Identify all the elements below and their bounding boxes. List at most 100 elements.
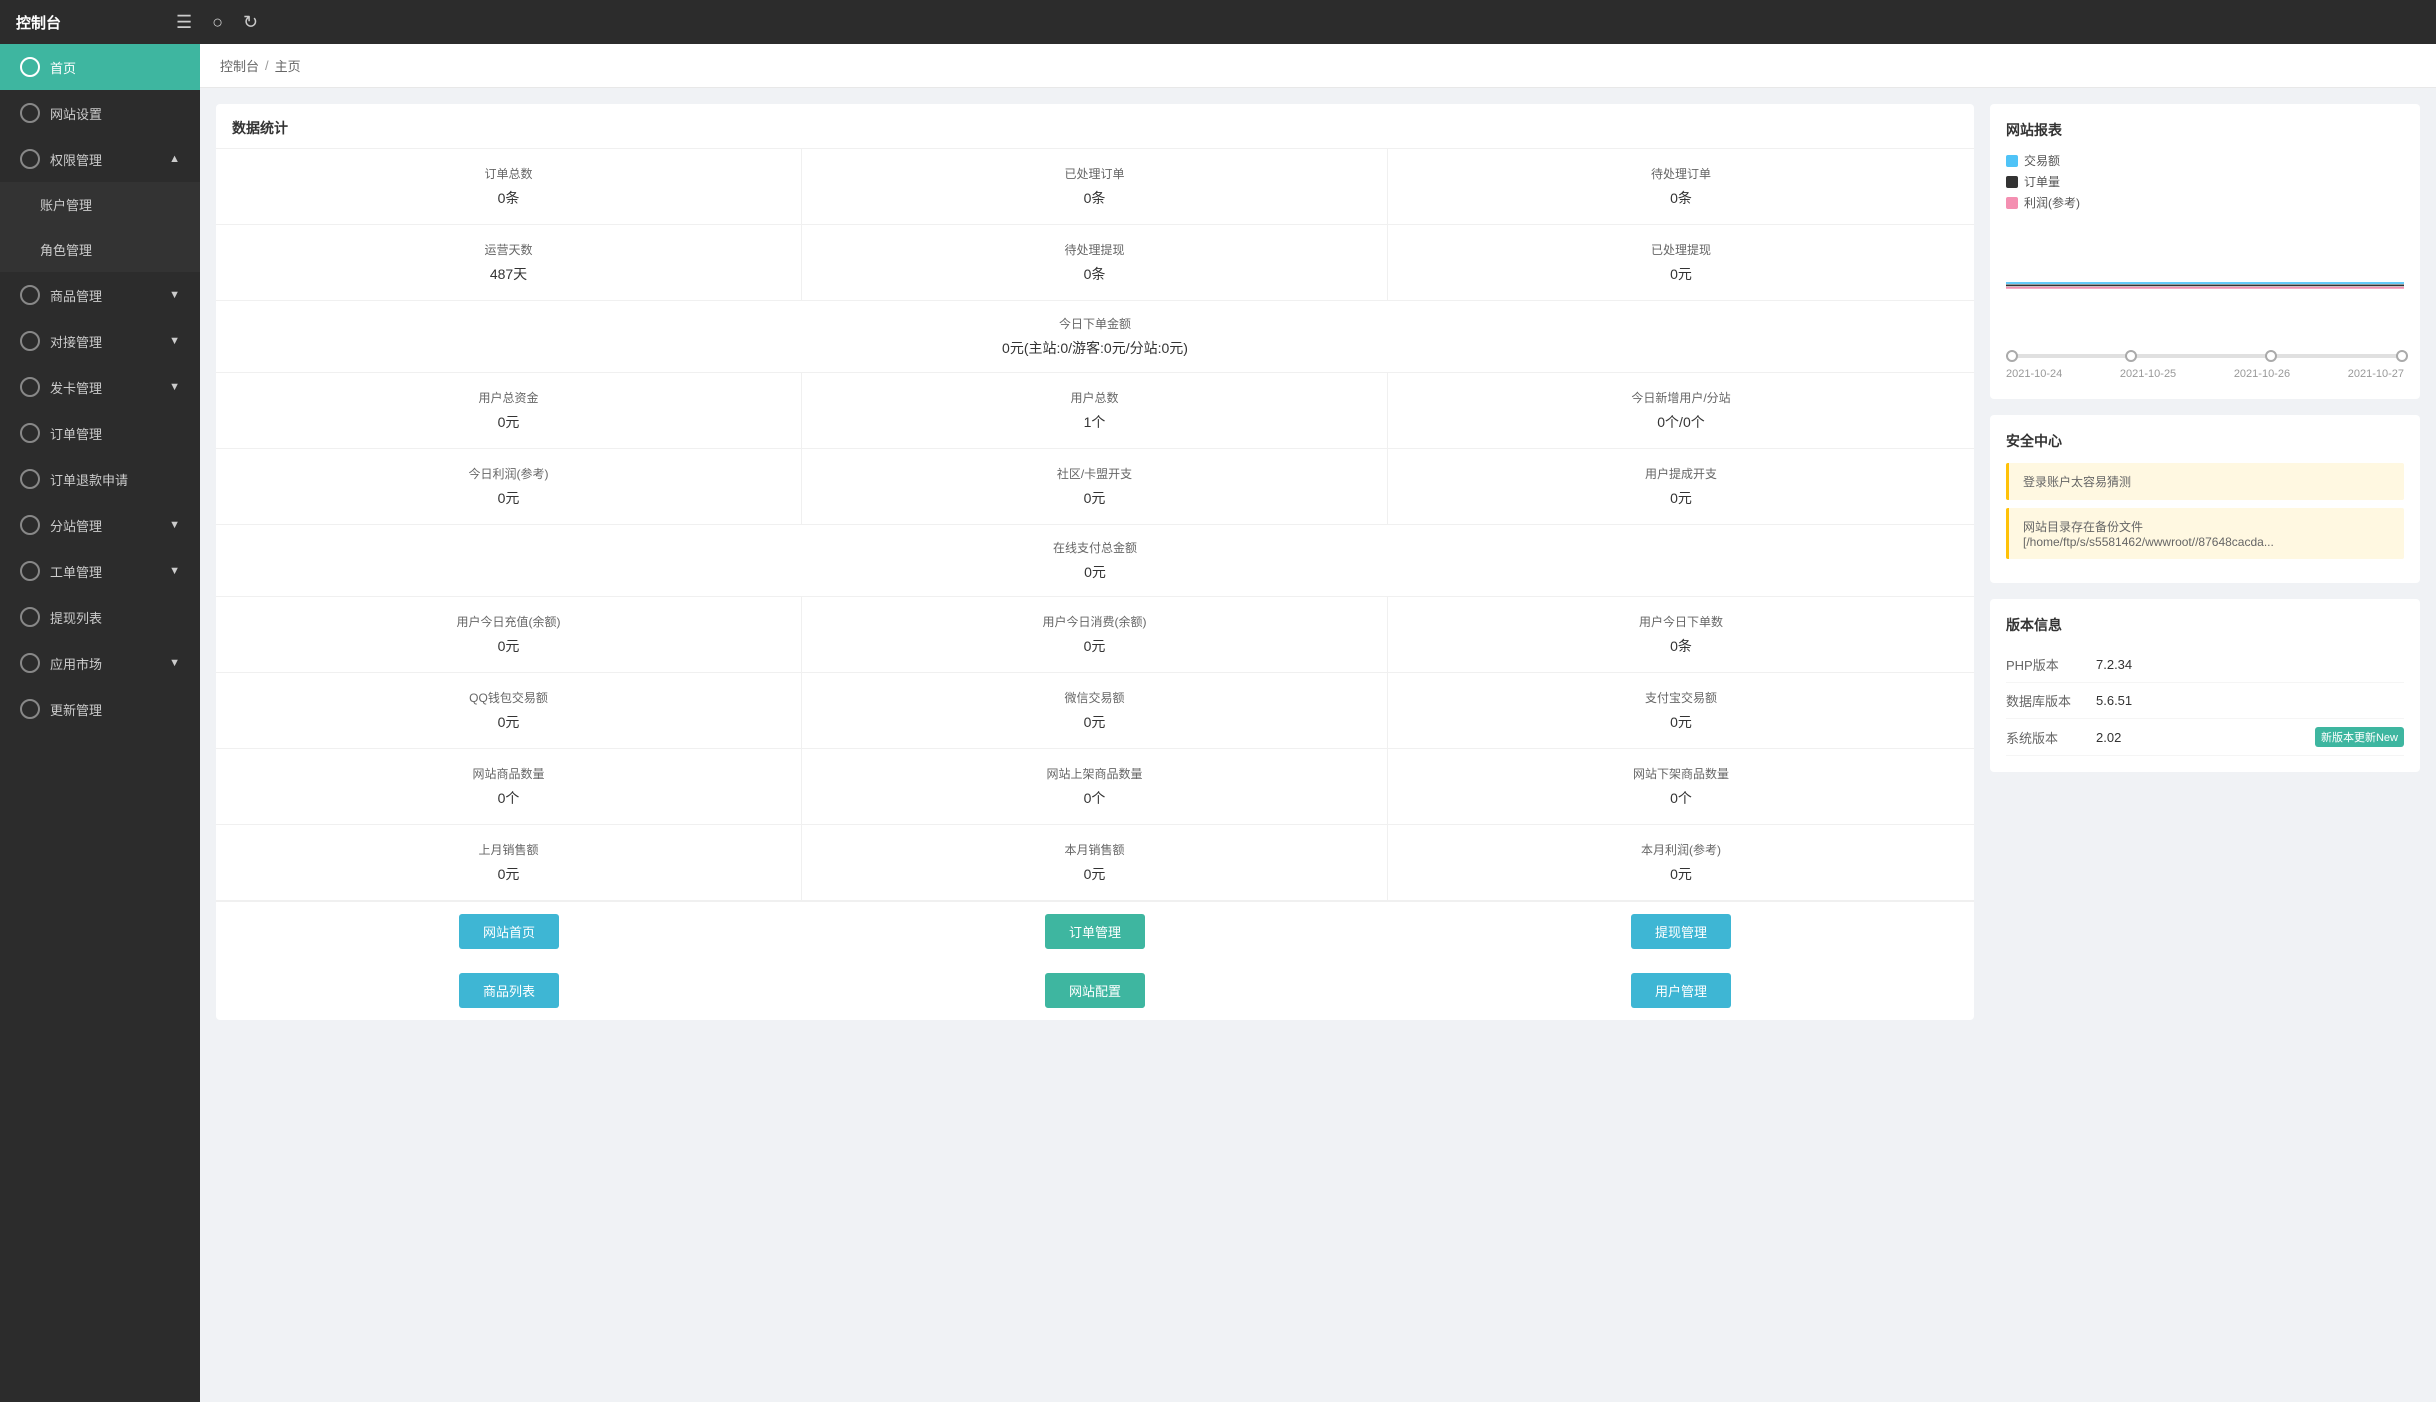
perm-arrow: ▲: [169, 153, 180, 165]
perm-icon: [20, 149, 40, 169]
version-badge-2[interactable]: 新版本更新New: [2315, 727, 2404, 747]
stat3-cell-6: 网站商品数量 0个: [216, 749, 802, 825]
data-stats-panel: 数据统计 订单总数 0条 已处理订单 0条 待处理订单: [216, 104, 1974, 1020]
sidebar-label-site-settings: 网站设置: [50, 104, 102, 123]
stat-cell2-5: 用户提成开支 0元: [1388, 449, 1974, 525]
btn-website-home[interactable]: 网站首页: [459, 914, 559, 949]
btn-cell-2: 提现管理: [1388, 902, 1974, 961]
chart-slider[interactable]: [2006, 354, 2404, 358]
stats-grid-3: 用户今日充值(余额) 0元 用户今日消费(余额) 0元 用户今日下单数 0条: [216, 597, 1974, 901]
sidebar-item-update-mgmt[interactable]: 更新管理: [0, 686, 200, 732]
sidebar-item-withdraw-list[interactable]: 提现列表: [0, 594, 200, 640]
online-pay-label: 在线支付总金额: [226, 539, 1964, 556]
stat2-value-2: 0个/0个: [1398, 412, 1964, 432]
branch-arrow: ▼: [169, 519, 180, 531]
stat3-label-2: 用户今日下单数: [1398, 613, 1964, 630]
sidebar-item-work-order[interactable]: 工单管理 ▼: [0, 548, 200, 594]
btn-order-mgmt[interactable]: 订单管理: [1045, 914, 1145, 949]
sidebar-label-app: 应用市场: [50, 654, 102, 673]
menu-icon[interactable]: ☰: [176, 12, 192, 33]
stat3-label-4: 微信交易额: [812, 689, 1377, 706]
stat3-label-8: 网站下架商品数量: [1398, 765, 1964, 782]
stat-label-3: 运营天数: [226, 241, 791, 258]
sidebar-label-perm-mgmt: 权限管理: [50, 150, 102, 169]
xaxis-0: 2021-10-24: [2006, 368, 2062, 380]
sidebar-item-site-settings[interactable]: 网站设置: [0, 90, 200, 136]
legend-item-2: 利润(参考): [2006, 194, 2404, 211]
action-buttons: 网站首页 订单管理 提现管理 商品列表 网站配置: [216, 901, 1974, 1020]
stat-cell-0: 订单总数 0条: [216, 149, 802, 225]
btn-goods-list[interactable]: 商品列表: [459, 973, 559, 1008]
stat3-label-10: 本月销售额: [812, 841, 1377, 858]
workorder-arrow: ▼: [169, 565, 180, 577]
stat3-cell-10: 本月销售额 0元: [802, 825, 1388, 901]
sidebar-item-perm-mgmt[interactable]: 权限管理 ▲: [0, 136, 200, 182]
btn-cell-3: 商品列表: [216, 961, 802, 1020]
breadcrumb-item-1[interactable]: 控制台: [220, 56, 259, 75]
sidebar-item-goods-mgmt[interactable]: 商品管理 ▼: [0, 272, 200, 318]
today-order-label: 今日下单金额: [226, 315, 1964, 332]
stat-value-5: 0元: [1398, 264, 1964, 284]
stat3-label-6: 网站商品数量: [226, 765, 791, 782]
sidebar-item-card-mgmt[interactable]: 发卡管理 ▼: [0, 364, 200, 410]
sidebar-item-home[interactable]: 首页: [0, 44, 200, 90]
sidebar-item-branch-mgmt[interactable]: 分站管理 ▼: [0, 502, 200, 548]
slider-handle-1[interactable]: [2125, 350, 2137, 362]
version-row-2: 系统版本 2.02 新版本更新New: [2006, 719, 2404, 756]
version-value-0: 7.2.34: [2096, 657, 2404, 672]
stat-label-1: 已处理订单: [812, 165, 1377, 182]
sidebar-item-refund-mgmt[interactable]: 订单退款申请: [0, 456, 200, 502]
stat-cell2-3: 今日利润(参考) 0元: [216, 449, 802, 525]
sidebar-label-card: 发卡管理: [50, 378, 102, 397]
globe-icon[interactable]: ○: [212, 12, 223, 33]
slider-handle-0[interactable]: [2006, 350, 2018, 362]
content-area: 数据统计 订单总数 0条 已处理订单 0条 待处理订单: [200, 88, 2436, 1402]
xaxis-1: 2021-10-25: [2120, 368, 2176, 380]
stat3-cell-1: 用户今日消费(余额) 0元: [802, 597, 1388, 673]
sidebar-label-update: 更新管理: [50, 700, 102, 719]
legend-label-0: 交易额: [2024, 152, 2060, 169]
stat3-cell-11: 本月利润(参考) 0元: [1388, 825, 1974, 901]
today-order-cell: 今日下单金额 0元(主站:0/游客:0元/分站:0元): [216, 301, 1974, 373]
security-panel: 安全中心 登录账户太容易猜测 网站目录存在备份文件 [/home/ftp/s/s…: [1990, 415, 2420, 583]
version-panel: 版本信息 PHP版本 7.2.34 数据库版本 5.6.51 系统版本 2.02: [1990, 599, 2420, 772]
chart-legend: 交易额 订单量 利润(参考): [2006, 152, 2404, 211]
sidebar-item-app-market[interactable]: 应用市场 ▼: [0, 640, 200, 686]
sidebar-item-order-mgmt[interactable]: 订单管理: [0, 410, 200, 456]
version-label-0: PHP版本: [2006, 655, 2096, 674]
sidebar-label-goods: 商品管理: [50, 286, 102, 305]
legend-item-0: 交易额: [2006, 152, 2404, 169]
btn-user-mgmt[interactable]: 用户管理: [1631, 973, 1731, 1008]
btn-withdraw-mgmt[interactable]: 提现管理: [1631, 914, 1731, 949]
sidebar-label-account: 账户管理: [40, 195, 92, 214]
stat-cell-4: 待处理提现 0条: [802, 225, 1388, 301]
security-title: 安全中心: [2006, 431, 2404, 451]
slider-handle-3[interactable]: [2396, 350, 2408, 362]
legend-label-1: 订单量: [2024, 173, 2060, 190]
stat3-cell-9: 上月销售额 0元: [216, 825, 802, 901]
btn-cell-0: 网站首页: [216, 902, 802, 961]
stat3-cell-0: 用户今日充值(余额) 0元: [216, 597, 802, 673]
chart-area: 2021-10-24 2021-10-25 2021-10-26 2021-10…: [2006, 223, 2404, 383]
sidebar-label-role: 角色管理: [40, 240, 92, 259]
update-icon: [20, 699, 40, 719]
sidebar-sub-perm: 账户管理 角色管理: [0, 182, 200, 272]
version-title: 版本信息: [2006, 615, 2404, 635]
stat3-value-6: 0个: [226, 788, 791, 808]
stat3-cell-5: 支付宝交易额 0元: [1388, 673, 1974, 749]
sidebar-item-connect-mgmt[interactable]: 对接管理 ▼: [0, 318, 200, 364]
slider-handle-2[interactable]: [2265, 350, 2277, 362]
refresh-icon[interactable]: ↻: [243, 12, 258, 33]
stat3-label-1: 用户今日消费(余额): [812, 613, 1377, 630]
btn-site-config[interactable]: 网站配置: [1045, 973, 1145, 1008]
sidebar-item-role-mgmt[interactable]: 角色管理: [0, 227, 200, 272]
breadcrumb-item-2[interactable]: 主页: [275, 56, 301, 75]
btn-cell-1: 订单管理: [802, 902, 1388, 961]
stat-cell-3: 运营天数 487天: [216, 225, 802, 301]
stat3-cell-3: QQ钱包交易额 0元: [216, 673, 802, 749]
withdraw-icon: [20, 607, 40, 627]
stat3-label-0: 用户今日充值(余额): [226, 613, 791, 630]
sidebar-item-account-mgmt[interactable]: 账户管理: [0, 182, 200, 227]
sidebar-label-workorder: 工单管理: [50, 562, 102, 581]
stat-cell-1: 已处理订单 0条: [802, 149, 1388, 225]
